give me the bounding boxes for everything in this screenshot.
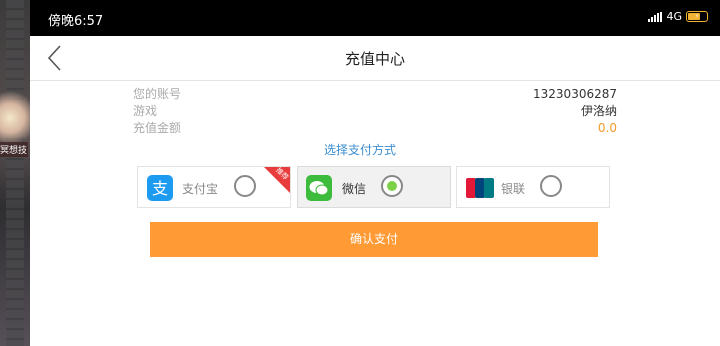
alipay-label: 支付宝 xyxy=(182,182,219,196)
payment-option-alipay[interactable]: 支 支付宝 推荐 xyxy=(137,166,291,208)
info-row-game: 游戏 伊洛纳 xyxy=(133,103,617,120)
svg-text:支: 支 xyxy=(152,179,168,198)
battery-icon: ⚡ xyxy=(686,11,708,22)
status-time: 傍晚6:57 xyxy=(48,14,104,29)
game-value: 伊洛纳 xyxy=(580,104,617,118)
unionpay-label: 银联 xyxy=(501,182,526,196)
status-icons: 4G ⚡ xyxy=(648,10,708,23)
account-label: 您的账号 xyxy=(133,87,182,101)
page-title: 充值中心 xyxy=(344,50,405,68)
game-wall-texture xyxy=(6,0,24,346)
page-header: 充值中心 xyxy=(30,36,720,81)
unionpay-icon xyxy=(466,178,494,198)
status-bar: 傍晚6:57 4G ⚡ xyxy=(30,0,720,36)
wechat-radio[interactable] xyxy=(381,175,403,197)
info-row-amount: 充值金额 0.0 xyxy=(133,120,617,137)
game-character-glow xyxy=(0,88,30,148)
alipay-icon: 支 xyxy=(147,175,173,201)
unionpay-radio[interactable] xyxy=(540,175,562,197)
wechat-radio-selected-dot xyxy=(387,181,397,191)
alipay-radio[interactable] xyxy=(234,175,256,197)
payment-method-prompt: 选择支付方式 xyxy=(323,143,396,157)
account-info: 您的账号 13230306287 游戏 伊洛纳 充值金额 0.0 xyxy=(133,86,617,137)
payment-option-unionpay[interactable]: 银联 xyxy=(456,166,610,208)
account-value: 13230306287 xyxy=(533,87,617,101)
info-row-account: 您的账号 13230306287 xyxy=(133,86,617,103)
signal-icon xyxy=(648,11,663,22)
wechat-label: 微信 xyxy=(342,182,367,196)
confirm-payment-button[interactable]: 确认支付 xyxy=(150,222,598,257)
background-game-strip: 冥想技 xyxy=(0,0,30,346)
game-label: 游戏 xyxy=(133,104,158,118)
amount-value: 0.0 xyxy=(597,121,617,135)
amount-label: 充值金额 xyxy=(133,121,182,135)
wechat-icon xyxy=(306,175,332,201)
network-type: 4G xyxy=(666,10,682,23)
payment-option-wechat[interactable]: 微信 xyxy=(297,166,451,208)
